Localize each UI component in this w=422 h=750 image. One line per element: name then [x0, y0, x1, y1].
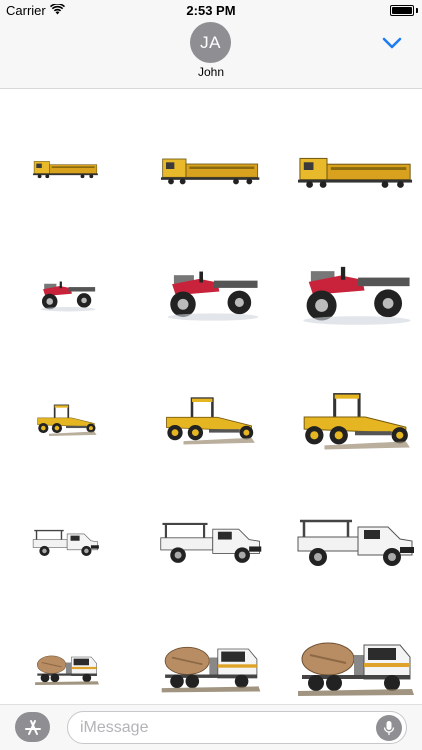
train-icon: [33, 161, 98, 179]
sticker-quad-bike-large[interactable]: [298, 256, 416, 326]
contact-name[interactable]: John: [0, 65, 422, 79]
sticker-train-large[interactable]: [298, 148, 414, 192]
quad-bike-icon: [167, 271, 259, 321]
sticker-grader-small[interactable]: [32, 402, 100, 436]
composer-bar: [0, 704, 422, 750]
app-store-button[interactable]: [15, 712, 50, 742]
chevron-down-icon: [382, 37, 402, 49]
cement-truck-icon: [35, 655, 99, 686]
train-icon: [298, 157, 413, 188]
status-time: 2:53 PM: [186, 3, 236, 18]
message-input[interactable]: [80, 716, 370, 740]
cement-truck-icon: [298, 642, 414, 696]
sticker-quad-bike-medium[interactable]: [163, 262, 263, 322]
grader-icon: [37, 404, 97, 436]
sticker-ute-small[interactable]: [32, 526, 100, 560]
grader-icon: [166, 397, 255, 445]
avatar[interactable]: JA: [190, 22, 231, 63]
ute-icon: [160, 522, 262, 563]
cement-truck-icon: [161, 646, 261, 693]
message-field[interactable]: [67, 711, 407, 744]
sticker-ute-large[interactable]: [296, 512, 416, 574]
sticker-cement-truck-small[interactable]: [34, 650, 100, 686]
grader-icon: [303, 393, 410, 450]
microphone-icon: [383, 721, 395, 735]
sticker-grader-large[interactable]: [294, 388, 416, 450]
battery-cap: [416, 8, 418, 13]
battery-icon: [390, 5, 414, 16]
sticker-grid: [0, 90, 422, 700]
sticker-train-small[interactable]: [33, 156, 99, 180]
quad-bike-icon: [303, 266, 411, 325]
battery-fill: [392, 7, 412, 14]
sticker-cement-truck-medium[interactable]: [160, 638, 262, 694]
conversation-header: JA John: [0, 20, 422, 89]
ute-icon: [297, 519, 414, 566]
sticker-ute-medium[interactable]: [159, 515, 263, 571]
quad-bike-icon: [40, 281, 96, 312]
microphone-button[interactable]: [376, 715, 402, 741]
sticker-cement-truck-large[interactable]: [296, 632, 416, 698]
sticker-quad-bike-small[interactable]: [36, 276, 100, 312]
app-store-icon: [24, 720, 41, 735]
status-bar: Carrier 2:53 PM: [0, 0, 422, 20]
train-icon: [161, 158, 260, 185]
sticker-train-medium[interactable]: [161, 150, 261, 188]
ute-icon: [32, 529, 99, 557]
sticker-grader-medium[interactable]: [158, 392, 260, 446]
collapse-button[interactable]: [378, 32, 406, 54]
